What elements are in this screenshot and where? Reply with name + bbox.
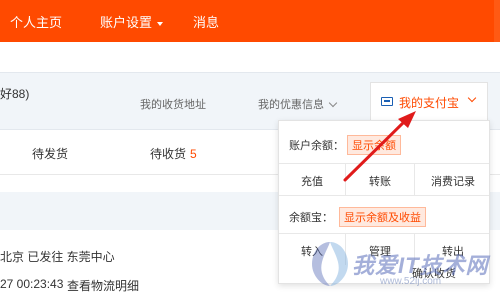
view-logistics-link[interactable]: 查看物流明细 (67, 277, 139, 294)
top-nav-bar: 个人主页 账户设置 消息 (0, 0, 500, 42)
caret-down-icon (157, 21, 164, 26)
show-yuebao-button[interactable]: 显示余额及收益 (339, 207, 426, 227)
chevron-down-icon (467, 93, 477, 103)
nav-item-home[interactable]: 个人主页 (10, 12, 62, 31)
status-awaiting-shipment-label: 待发货 (32, 147, 69, 161)
nav-item-messages[interactable]: 消息 (193, 12, 219, 31)
recharge-button[interactable]: 充值 (279, 173, 345, 189)
coupons-link-label: 我的优惠信息 (258, 99, 324, 111)
status-count-badge: 5 (190, 147, 197, 161)
my-alipay-tab[interactable]: 我的支付宝 (370, 82, 488, 122)
nav-item-account-settings[interactable]: 账户设置 (100, 12, 164, 31)
status-awaiting-receipt-label: 待收货 (150, 147, 187, 161)
divider (279, 195, 489, 196)
nav-right-edge (494, 0, 500, 42)
transaction-history-button[interactable]: 消费记录 (415, 173, 491, 189)
order-timestamp: 27 00:23:43 (0, 277, 64, 291)
alipay-dropdown-panel: 账户余额： 显示余额 充值 转账 消费记录 余额宝： 显示余额及收益 转入 管理… (278, 120, 490, 284)
show-balance-button[interactable]: 显示余额 (347, 135, 401, 155)
status-awaiting-receipt[interactable]: 待收货 5 (150, 145, 197, 162)
yuebao-label: 余额宝： (289, 212, 333, 224)
balance-label: 账户余额： (289, 140, 344, 152)
shipping-address-link[interactable]: 我的收货地址 (140, 96, 206, 112)
divider (279, 163, 489, 164)
transfer-in-button[interactable]: 转入 (279, 243, 345, 259)
coupons-link[interactable]: 我的优惠信息 (258, 96, 338, 112)
confirm-receipt-button[interactable]: 确认收货 (412, 265, 456, 281)
transfer-button[interactable]: 转账 (346, 173, 414, 189)
order-shipping-status: 北京 已发往 东莞中心 (0, 250, 115, 264)
divider (279, 233, 489, 234)
member-level-text: 好88) (0, 87, 30, 101)
alipay-card-icon (381, 97, 393, 106)
nav-item-account-settings-label: 账户设置 (100, 15, 153, 30)
manage-button[interactable]: 管理 (346, 243, 414, 259)
status-awaiting-shipment[interactable]: 待发货 (32, 145, 68, 162)
my-alipay-label: 我的支付宝 (399, 96, 460, 110)
chevron-down-icon (328, 98, 338, 108)
transfer-out-button[interactable]: 转出 (415, 243, 491, 259)
